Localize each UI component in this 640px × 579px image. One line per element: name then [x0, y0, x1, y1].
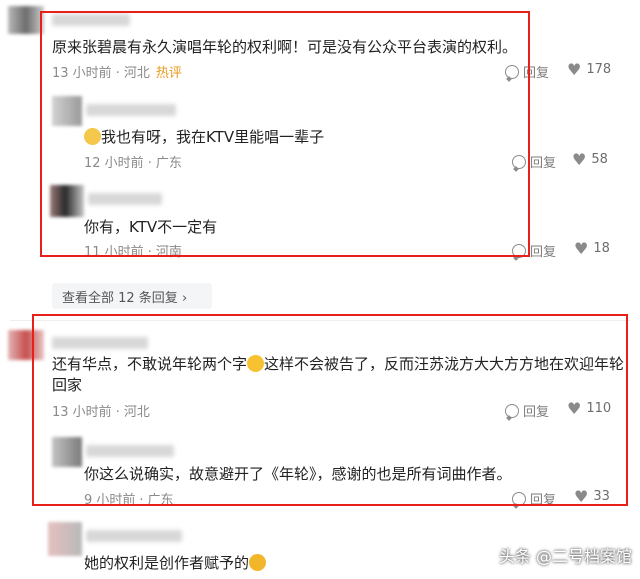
emoji-icon — [249, 554, 267, 571]
heart-icon: ♥ — [567, 59, 582, 79]
avatar[interactable] — [8, 6, 44, 34]
username-blurred[interactable] — [86, 530, 182, 542]
like-button[interactable]: ♥ 178 — [567, 59, 611, 79]
like-button[interactable]: ♥ 18 — [574, 238, 610, 258]
avatar[interactable] — [48, 522, 82, 556]
heart-icon: ♥ — [574, 238, 589, 258]
view-all-replies-button[interactable]: 查看全部 12 条回复 › — [52, 283, 212, 309]
watermark: 头条 @二号档案馆 — [498, 547, 632, 566]
highlight-box — [32, 314, 628, 506]
reply-text: 她的权利是创作者赋予的 — [84, 553, 267, 573]
like-button[interactable]: ♥ 58 — [572, 149, 608, 169]
highlight-box — [40, 11, 530, 257]
heart-icon: ♥ — [572, 149, 587, 169]
